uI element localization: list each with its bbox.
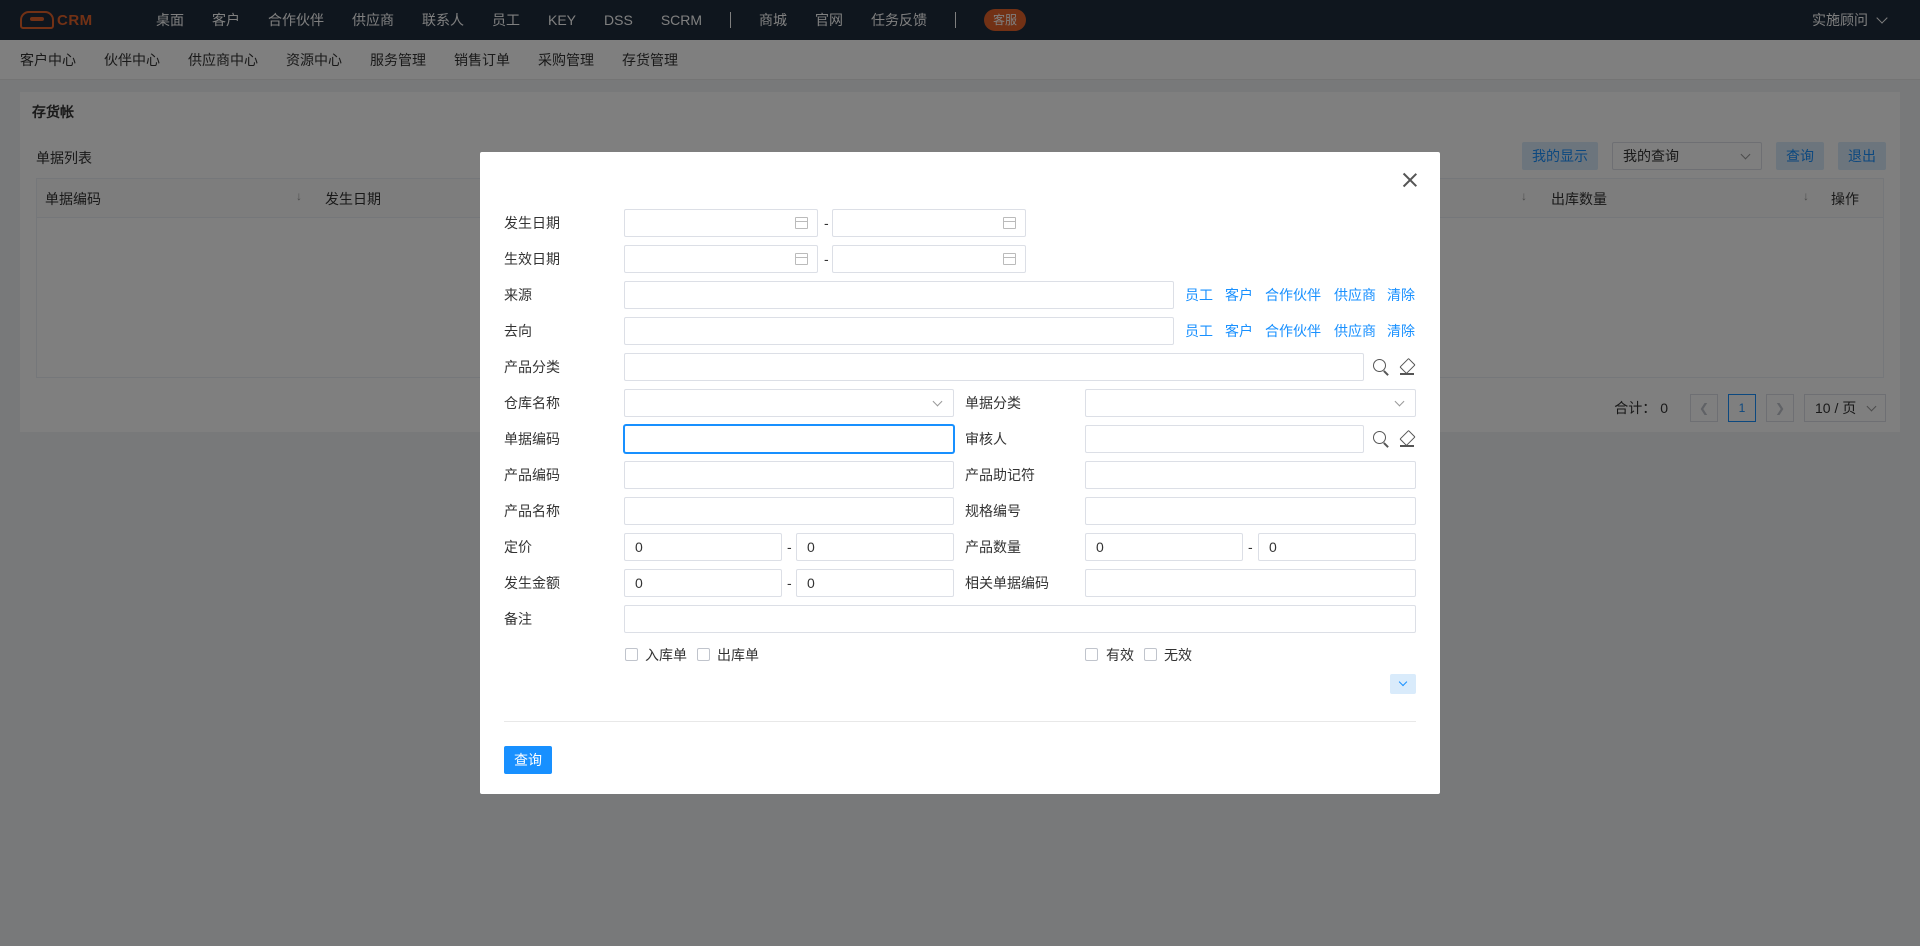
label-effective-date: 生效日期 [504,251,560,267]
chevron-down-icon [1394,396,1405,407]
reviewer-input[interactable] [1085,425,1364,453]
calendar-icon [795,253,808,265]
occur-date-from-input[interactable] [624,209,818,237]
destination-pick-supplier-link[interactable]: 供应商 [1334,317,1376,345]
range-dash: - [787,575,792,591]
label-product-code: 产品编码 [504,467,560,483]
price-from-value: 0 [635,539,643,555]
search-dialog: 发生日期 - 生效日期 - 来源 员工 客户 合作伙伴 供应商 清除 去向 员工… [480,152,1440,794]
price-to-input[interactable]: 0 [796,533,954,561]
destination-pick-partner-link[interactable]: 合作伙伴 [1265,317,1321,345]
qty-from-input[interactable]: 0 [1085,533,1243,561]
amount-to-value: 0 [807,575,815,591]
source-clear-link[interactable]: 清除 [1387,281,1415,309]
amount-from-input[interactable]: 0 [624,569,782,597]
label-product-category: 产品分类 [504,359,560,375]
label-product-name: 产品名称 [504,503,560,519]
label-related-doc-code: 相关单据编码 [965,575,1049,591]
invalid-label[interactable]: 无效 [1164,647,1192,663]
occur-date-to-input[interactable] [832,209,1026,237]
dialog-divider [504,721,1416,722]
destination-clear-link[interactable]: 清除 [1387,317,1415,345]
source-pick-customer-link[interactable]: 客户 [1225,281,1253,309]
eraser-icon[interactable] [1398,358,1416,376]
search-icon[interactable] [1372,358,1390,376]
product-category-input[interactable] [624,353,1364,381]
source-input[interactable] [624,281,1174,309]
source-pick-employee-link[interactable]: 员工 [1185,281,1213,309]
valid-label[interactable]: 有效 [1106,647,1134,663]
expand-toggle-button[interactable] [1390,674,1416,694]
destination-pick-customer-link[interactable]: 客户 [1225,317,1253,345]
destination-pick-employee-link[interactable]: 员工 [1185,317,1213,345]
qty-from-value: 0 [1096,539,1104,555]
price-to-value: 0 [807,539,815,555]
close-icon[interactable] [1398,168,1422,192]
effective-date-to-input[interactable] [832,245,1026,273]
remark-input[interactable] [624,605,1416,633]
range-dash: - [1248,539,1253,555]
label-spec-code: 规格编号 [965,503,1021,519]
invalid-checkbox[interactable] [1144,648,1157,661]
range-dash: - [824,215,829,231]
source-pick-supplier-link[interactable]: 供应商 [1334,281,1376,309]
chevron-down-icon [932,396,943,407]
label-price: 定价 [504,539,532,555]
range-dash: - [787,539,792,555]
search-icon[interactable] [1372,430,1390,448]
calendar-icon [1003,253,1016,265]
label-reviewer: 审核人 [965,431,1007,447]
related-doc-code-input[interactable] [1085,569,1416,597]
calendar-icon [795,217,808,229]
calendar-icon [1003,217,1016,229]
label-remark: 备注 [504,611,532,627]
label-doc-code: 单据编码 [504,431,560,447]
label-warehouse: 仓库名称 [504,395,560,411]
product-name-input[interactable] [624,497,954,525]
label-source: 来源 [504,287,532,303]
valid-checkbox[interactable] [1085,648,1098,661]
qty-to-input[interactable]: 0 [1258,533,1416,561]
doc-code-input[interactable] [624,425,954,453]
amount-from-value: 0 [635,575,643,591]
warehouse-select[interactable] [624,389,954,417]
qty-to-value: 0 [1269,539,1277,555]
out-doc-checkbox[interactable] [697,648,710,661]
label-amount: 发生金额 [504,575,560,591]
price-from-input[interactable]: 0 [624,533,782,561]
destination-input[interactable] [624,317,1174,345]
source-pick-partner-link[interactable]: 合作伙伴 [1265,281,1321,309]
label-doc-category: 单据分类 [965,395,1021,411]
in-doc-label[interactable]: 入库单 [645,647,687,663]
label-occur-date: 发生日期 [504,215,560,231]
doc-category-select[interactable] [1085,389,1416,417]
range-dash: - [824,251,829,267]
label-destination: 去向 [504,323,532,339]
out-doc-label[interactable]: 出库单 [717,647,759,663]
label-product-mnemonic: 产品助记符 [965,467,1035,483]
dialog-query-button[interactable]: 查询 [504,746,552,774]
in-doc-checkbox[interactable] [625,648,638,661]
label-product-qty: 产品数量 [965,539,1021,555]
amount-to-input[interactable]: 0 [796,569,954,597]
eraser-icon[interactable] [1398,430,1416,448]
product-code-input[interactable] [624,461,954,489]
spec-code-input[interactable] [1085,497,1416,525]
effective-date-from-input[interactable] [624,245,818,273]
product-mnemonic-input[interactable] [1085,461,1416,489]
